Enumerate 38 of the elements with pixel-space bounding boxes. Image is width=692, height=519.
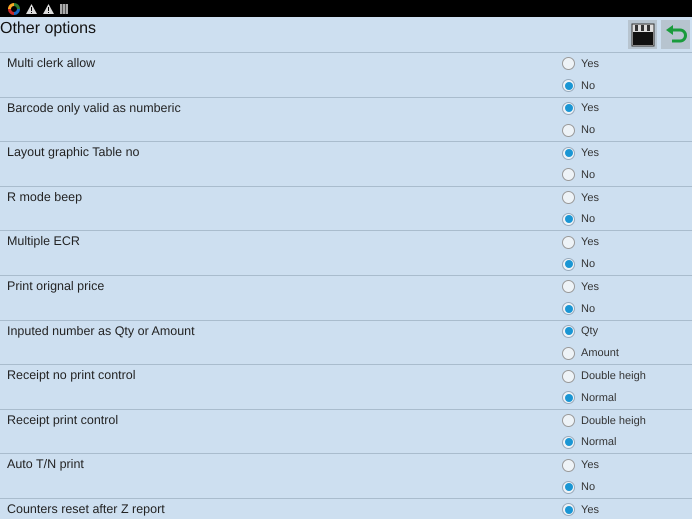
setting-label: Receipt print control — [6, 412, 118, 429]
radio-option[interactable]: No — [562, 164, 692, 186]
radio-option[interactable]: Yes — [562, 142, 692, 164]
radio-option[interactable]: No — [562, 476, 692, 498]
setting-label: Receipt no print control — [6, 367, 136, 384]
radio-option[interactable]: Yes — [562, 53, 692, 75]
radio-option[interactable]: Amount — [562, 342, 692, 364]
radio-option[interactable]: No — [562, 119, 692, 142]
app-logo-icon — [8, 2, 20, 14]
radio-option[interactable]: Normal — [562, 386, 692, 409]
setting-label: Print orignal price — [6, 278, 104, 295]
setting-label: R mode beep — [6, 188, 82, 206]
radio-option[interactable]: Yes — [562, 498, 692, 519]
radio-option[interactable]: Yes — [562, 98, 692, 120]
setting-label: Multiple ECR — [6, 233, 80, 250]
radio-option[interactable]: Yes — [562, 186, 692, 209]
radio-option[interactable]: No — [562, 253, 692, 275]
setting-label: Multi clerk allow — [6, 55, 96, 72]
radio-option[interactable]: No — [562, 74, 692, 97]
radio-option[interactable]: Double heigh — [562, 410, 692, 432]
radio-option[interactable]: Normal — [562, 432, 692, 454]
setting-label: Layout graphic Table no — [6, 144, 140, 162]
setting-label: Barcode only valid as numberic — [6, 100, 181, 117]
radio-option[interactable]: Yes — [562, 276, 692, 298]
setting-label: Auto T/N print — [6, 456, 84, 474]
setting-label: Inputed number as Qty or Amount — [6, 322, 195, 340]
radio-option[interactable]: Yes — [562, 231, 692, 254]
barcode-icon — [60, 4, 68, 14]
page-title: Other options — [0, 19, 96, 39]
radio-option[interactable]: No — [562, 298, 692, 320]
radio-option[interactable]: Double heigh — [562, 365, 692, 387]
warning-icon — [43, 4, 54, 14]
radio-option[interactable]: Qty — [562, 320, 692, 342]
setting-label: Counters reset after Z report — [6, 500, 165, 518]
save-button[interactable] — [628, 20, 657, 49]
radio-option[interactable]: No — [562, 208, 692, 230]
warning-icon — [26, 4, 37, 14]
radio-option[interactable]: Yes — [562, 454, 692, 476]
